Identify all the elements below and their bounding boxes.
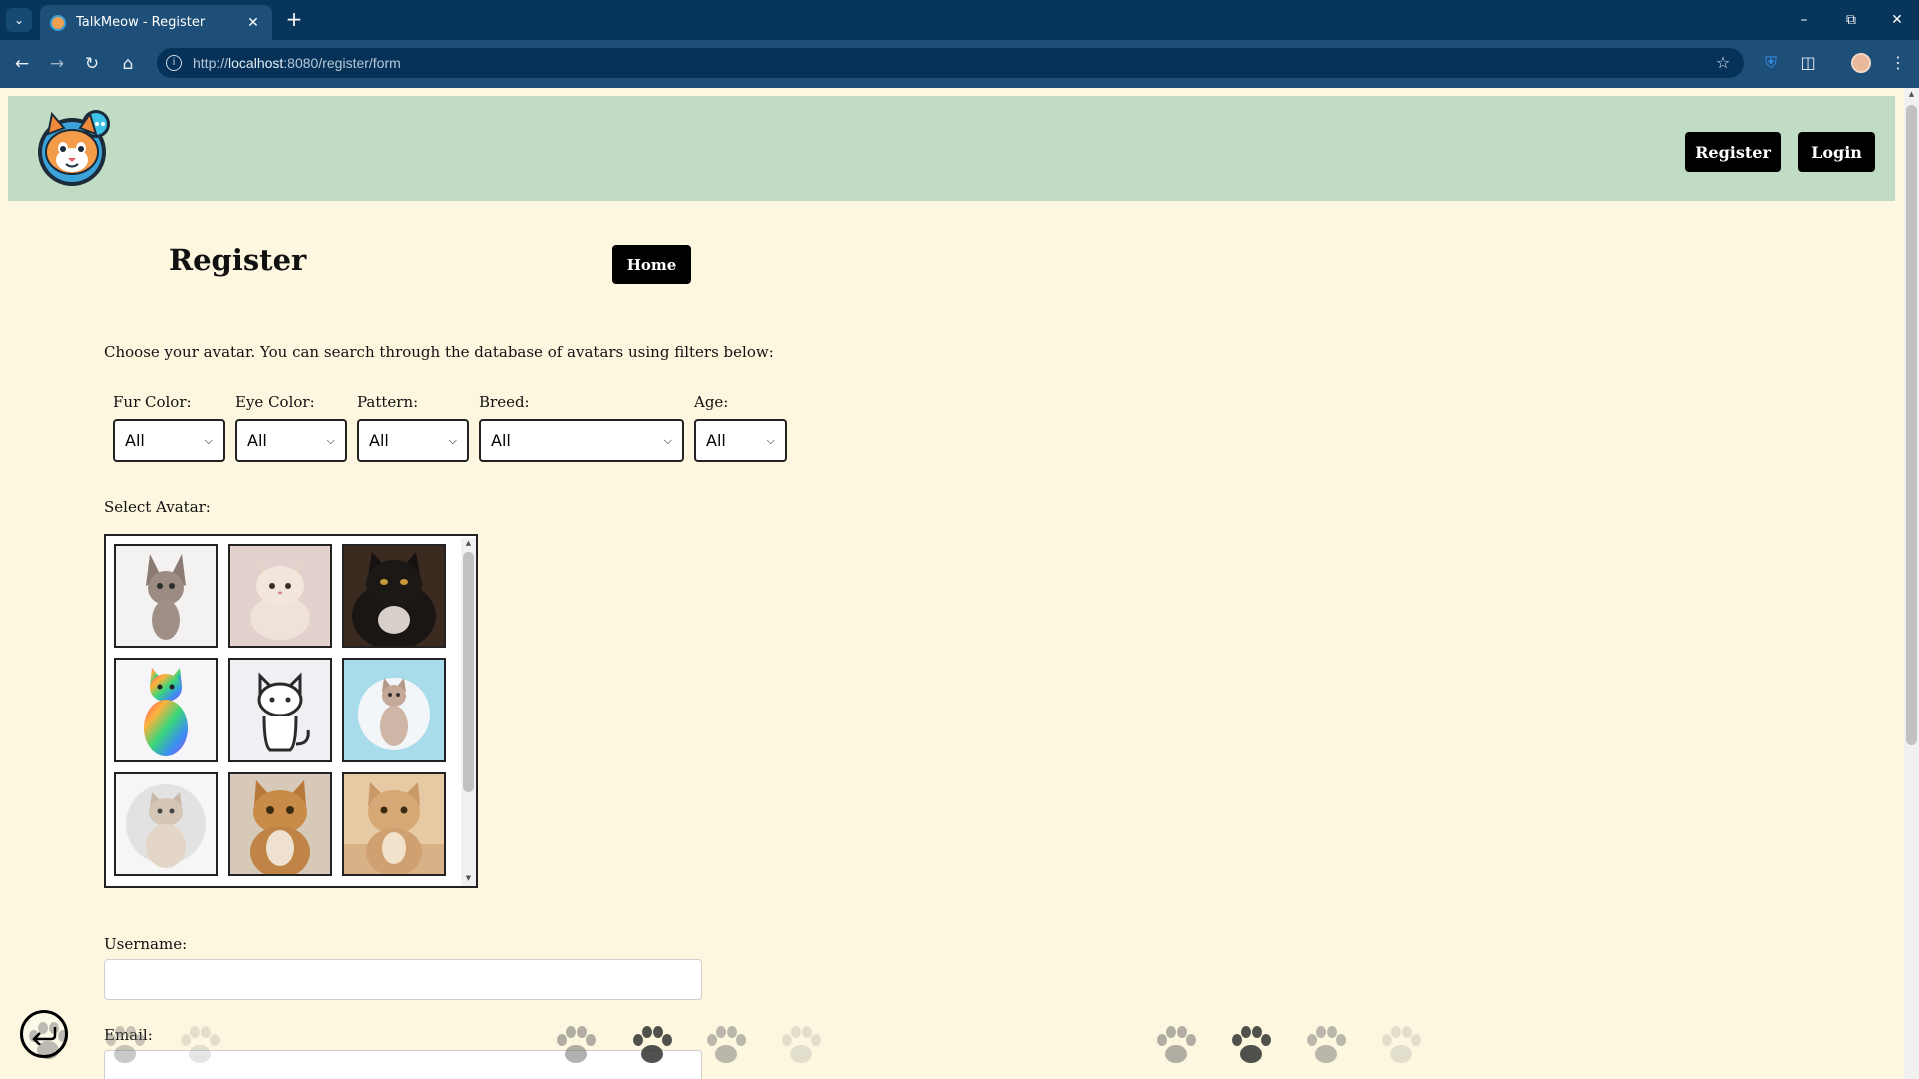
talkmeow-logo-icon[interactable] bbox=[32, 106, 116, 190]
password-manager-shield-icon[interactable]: ⛨ bbox=[1758, 50, 1784, 76]
chevron-down-icon: ⌵ bbox=[204, 433, 213, 447]
sand-cat-icon bbox=[344, 774, 444, 874]
username-label: Username: bbox=[104, 935, 188, 953]
sphynx-cat-icon bbox=[116, 546, 216, 646]
home-icon[interactable]: ⌂ bbox=[116, 52, 140, 76]
age-filter: Age: All ⌵ bbox=[694, 393, 787, 462]
orange-tabby-cat-icon bbox=[230, 774, 330, 874]
chevron-down-icon: ⌵ bbox=[448, 433, 457, 447]
paw-print-icon bbox=[707, 1026, 746, 1063]
site-info-icon[interactable]: i bbox=[166, 55, 182, 71]
browser-tab[interactable]: TalkMeow - Register ✕ bbox=[40, 5, 272, 40]
browser-menu-icon[interactable]: ⋮ bbox=[1885, 50, 1911, 76]
paw-print-icon bbox=[782, 1026, 821, 1063]
paw-print-icon bbox=[557, 1026, 596, 1063]
home-button[interactable]: Home bbox=[612, 245, 691, 284]
avatar-scroll-thumb[interactable] bbox=[463, 552, 474, 792]
avatar-option[interactable] bbox=[228, 658, 332, 762]
bookmark-star-icon[interactable]: ☆ bbox=[1710, 50, 1736, 76]
eye-color-select[interactable]: All ⌵ bbox=[235, 419, 347, 462]
paw-print-icon bbox=[1232, 1026, 1271, 1063]
scroll-down-icon[interactable]: ▼ bbox=[461, 874, 476, 882]
page-title: Register bbox=[169, 243, 307, 277]
age-label: Age: bbox=[694, 393, 729, 411]
pattern-select[interactable]: All ⌵ bbox=[357, 419, 469, 462]
minimize-icon[interactable]: – bbox=[1789, 8, 1819, 32]
back-arrow-button[interactable] bbox=[20, 1010, 68, 1058]
paw-print-icon bbox=[1157, 1026, 1196, 1063]
tab-close-icon[interactable]: ✕ bbox=[244, 15, 262, 31]
pattern-filter: Pattern: All ⌵ bbox=[357, 393, 469, 462]
new-tab-button[interactable]: + bbox=[282, 8, 306, 32]
avatar-option[interactable] bbox=[342, 658, 446, 762]
chevron-down-icon: ⌵ bbox=[663, 433, 672, 447]
fur-color-filter: Fur Color: All ⌵ bbox=[113, 393, 225, 462]
rainbow-cat-icon bbox=[116, 660, 216, 760]
eye-color-label: Eye Color: bbox=[235, 393, 315, 411]
talkmeow-favicon-icon bbox=[50, 14, 66, 31]
white-fluffy-cat-icon bbox=[230, 546, 330, 646]
extensions-puzzle-icon[interactable]: ◫ bbox=[1795, 50, 1821, 76]
url-text[interactable]: http://localhost:8080/register/form bbox=[193, 55, 401, 71]
breed-label: Breed: bbox=[479, 393, 530, 411]
restore-icon[interactable]: ⧉ bbox=[1836, 8, 1866, 32]
chevron-down-icon: ⌵ bbox=[766, 433, 775, 447]
back-icon[interactable]: ← bbox=[10, 52, 34, 76]
window-close-icon[interactable]: ✕ bbox=[1882, 8, 1912, 32]
breed-filter: Breed: All ⌵ bbox=[479, 393, 684, 462]
header-register-button[interactable]: Register bbox=[1685, 132, 1781, 172]
age-select[interactable]: All ⌵ bbox=[694, 419, 787, 462]
fur-color-select[interactable]: All ⌵ bbox=[113, 419, 225, 462]
avatar-option[interactable] bbox=[114, 658, 218, 762]
tab-title: TalkMeow - Register bbox=[76, 15, 206, 30]
eye-color-filter: Eye Color: All ⌵ bbox=[235, 393, 347, 462]
scroll-up-icon[interactable]: ▲ bbox=[1906, 90, 1917, 102]
avatar-option[interactable] bbox=[342, 544, 446, 648]
scroll-up-icon[interactable]: ▲ bbox=[461, 539, 476, 547]
return-arrow-icon bbox=[32, 1027, 57, 1045]
pattern-label: Pattern: bbox=[357, 393, 419, 411]
site-header: Register Login bbox=[8, 96, 1895, 201]
forward-icon[interactable]: → bbox=[45, 52, 69, 76]
avatar-option[interactable] bbox=[114, 544, 218, 648]
avatar-picker[interactable]: ▲ ▼ bbox=[104, 534, 478, 888]
page-scroll-thumb[interactable] bbox=[1906, 105, 1917, 745]
fur-color-label: Fur Color: bbox=[113, 393, 192, 411]
avatar-option[interactable] bbox=[342, 772, 446, 876]
reload-icon[interactable]: ↻ bbox=[80, 52, 104, 76]
page-viewport: Register Login Register Home Choose your… bbox=[0, 88, 1904, 1079]
paw-print-icon bbox=[1382, 1026, 1421, 1063]
username-input[interactable] bbox=[104, 959, 702, 1000]
tab-list-button[interactable]: ⌄ bbox=[6, 8, 32, 32]
avatar-option[interactable] bbox=[228, 544, 332, 648]
header-login-button[interactable]: Login bbox=[1798, 132, 1875, 172]
browser-titlebar: ⌄ TalkMeow - Register ✕ + – ⧉ ✕ bbox=[0, 0, 1919, 40]
profile-avatar[interactable] bbox=[1851, 53, 1871, 73]
paw-print-icon bbox=[1307, 1026, 1346, 1063]
avatar-option[interactable] bbox=[228, 772, 332, 876]
grey-british-cat-icon bbox=[116, 774, 216, 874]
pastel-tabby-cat-icon bbox=[344, 660, 444, 760]
avatar-option[interactable] bbox=[114, 772, 218, 876]
line-drawing-cat-icon bbox=[230, 660, 330, 760]
chevron-down-icon: ⌵ bbox=[326, 433, 335, 447]
black-longhair-cat-icon bbox=[344, 546, 444, 646]
avatar-scrollbar[interactable]: ▲ ▼ bbox=[461, 538, 476, 886]
select-avatar-label: Select Avatar: bbox=[104, 498, 211, 516]
avatar-instructions: Choose your avatar. You can search throu… bbox=[104, 343, 774, 361]
paw-print-icon bbox=[106, 1026, 145, 1063]
paw-print-icon bbox=[633, 1026, 672, 1063]
breed-select[interactable]: All ⌵ bbox=[479, 419, 684, 462]
paw-print-icon bbox=[181, 1026, 220, 1063]
